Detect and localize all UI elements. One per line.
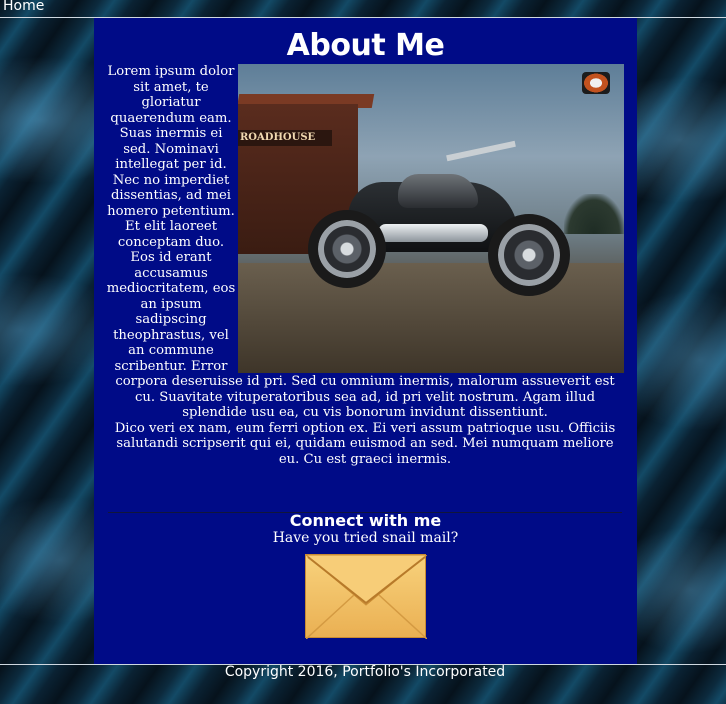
roadhouse-sign: ROADHOUSE	[238, 130, 332, 146]
envelope-icon[interactable]	[305, 554, 427, 639]
bike-rear-wheel	[308, 210, 386, 288]
connect-subtitle: Have you tried snail mail?	[272, 530, 459, 546]
connect-title: Connect with me	[289, 511, 442, 530]
about-paragraph-3: Dico veri ex nam, eum ferri option ex. E…	[114, 420, 616, 467]
brand-logo-icon	[582, 72, 610, 94]
main-panel: About Me ROADHOUSE Lorem ipsum dolor sit…	[94, 18, 637, 664]
bike-engine	[378, 224, 488, 242]
motorcycle-photo: ROADHOUSE	[238, 64, 624, 373]
page-title: About Me	[286, 28, 445, 63]
bike-handlebars	[446, 140, 516, 162]
envelope-icon-graphic	[306, 555, 427, 639]
about-content: ROADHOUSE Lorem ipsum dolor sit amet, te…	[106, 64, 624, 467]
trees	[564, 194, 624, 234]
bike-front-wheel	[488, 214, 570, 296]
ground	[238, 263, 624, 373]
home-link[interactable]: Home	[3, 0, 44, 14]
footer-copyright: Copyright 2016, Portfolio's Incorporated	[224, 664, 506, 680]
bike-tank	[398, 174, 478, 208]
top-nav: Home	[0, 0, 726, 18]
